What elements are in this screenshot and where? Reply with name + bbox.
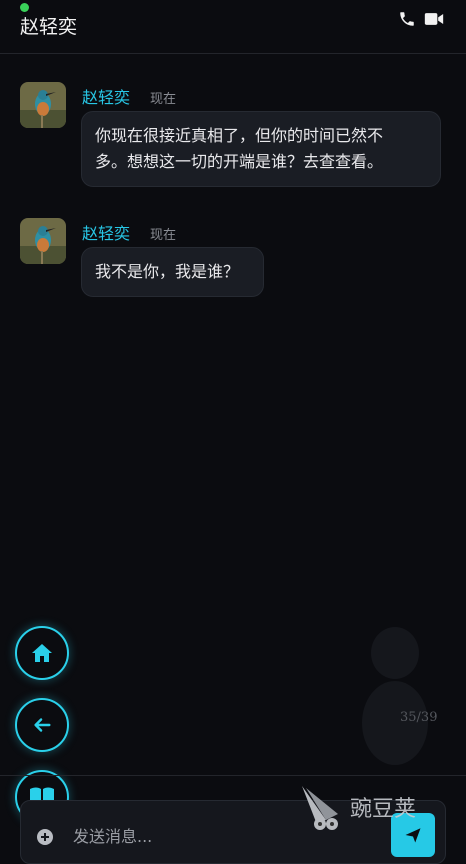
chat-title: 赵轻奕 xyxy=(20,16,78,38)
plus-circle-icon[interactable] xyxy=(36,828,54,846)
home-button[interactable] xyxy=(15,626,69,680)
home-icon xyxy=(32,644,52,662)
back-button[interactable] xyxy=(15,698,69,752)
divider xyxy=(0,775,466,776)
back-arrow-icon xyxy=(34,718,51,732)
message-time: 现在 xyxy=(150,228,177,243)
watermark-text: 豌豆荚 xyxy=(350,797,417,822)
bean-logo-icon xyxy=(302,786,338,830)
phone-icon[interactable] xyxy=(398,10,416,28)
header-actions xyxy=(398,10,444,28)
avatar[interactable] xyxy=(20,82,66,128)
message-text-line: 多。想想这一切的开端是谁？去查查看。 xyxy=(95,152,384,171)
avatar[interactable] xyxy=(20,218,66,264)
message-item: 赵轻奕 现在 我不是你，我是谁？ xyxy=(20,218,450,298)
message-item: 赵轻奕 现在 你现在很接近真相了，但你的时间已然不 多。想想这一切的开端是谁？去… xyxy=(20,82,450,192)
decorative-silhouette xyxy=(360,618,430,772)
message-bubble[interactable]: 我不是你，我是谁？ xyxy=(81,247,264,297)
message-text-line: 你现在很接近真相了，但你的时间已然不 xyxy=(95,126,384,145)
message-text-line: 我不是你，我是谁？ xyxy=(95,262,240,281)
sender-name[interactable]: 赵轻奕 xyxy=(82,84,130,108)
chat-header: 赵轻奕 xyxy=(0,0,466,54)
message-time: 现在 xyxy=(150,92,177,107)
online-status-dot xyxy=(20,3,29,12)
video-icon[interactable] xyxy=(424,11,444,27)
page-counter: 35/39 xyxy=(400,710,438,725)
sender-name[interactable]: 赵轻奕 xyxy=(82,220,130,244)
message-bubble[interactable]: 你现在很接近真相了，但你的时间已然不 多。想想这一切的开端是谁？去查查看。 xyxy=(81,111,441,187)
watermark-logo: 豌豆荚 xyxy=(296,782,416,832)
